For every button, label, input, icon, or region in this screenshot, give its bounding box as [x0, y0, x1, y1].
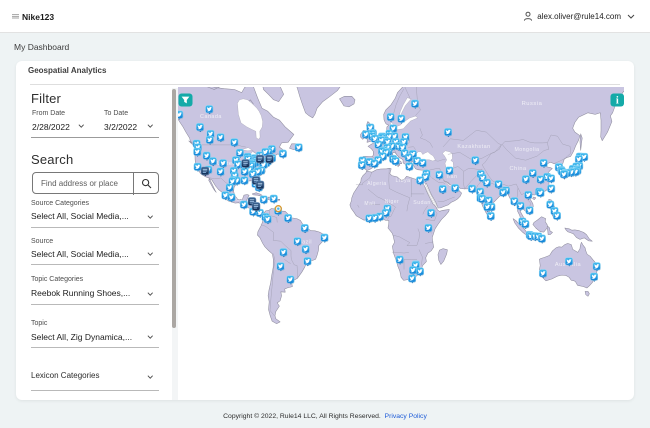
- svg-text:Canada: Canada: [200, 114, 222, 120]
- svg-text:Kazakhstan: Kazakhstan: [457, 144, 490, 150]
- svg-text:Mali: Mali: [364, 201, 375, 207]
- svg-text:Algeria: Algeria: [367, 181, 387, 187]
- svg-text:Mongolia: Mongolia: [514, 147, 539, 153]
- svg-text:Libya: Libya: [396, 178, 411, 184]
- svg-text:i: i: [616, 96, 619, 107]
- svg-text:Niger: Niger: [385, 199, 399, 205]
- svg-text:Russia: Russia: [522, 101, 543, 107]
- svg-text:Sudan: Sudan: [413, 200, 431, 206]
- svg-text:China: China: [509, 166, 527, 172]
